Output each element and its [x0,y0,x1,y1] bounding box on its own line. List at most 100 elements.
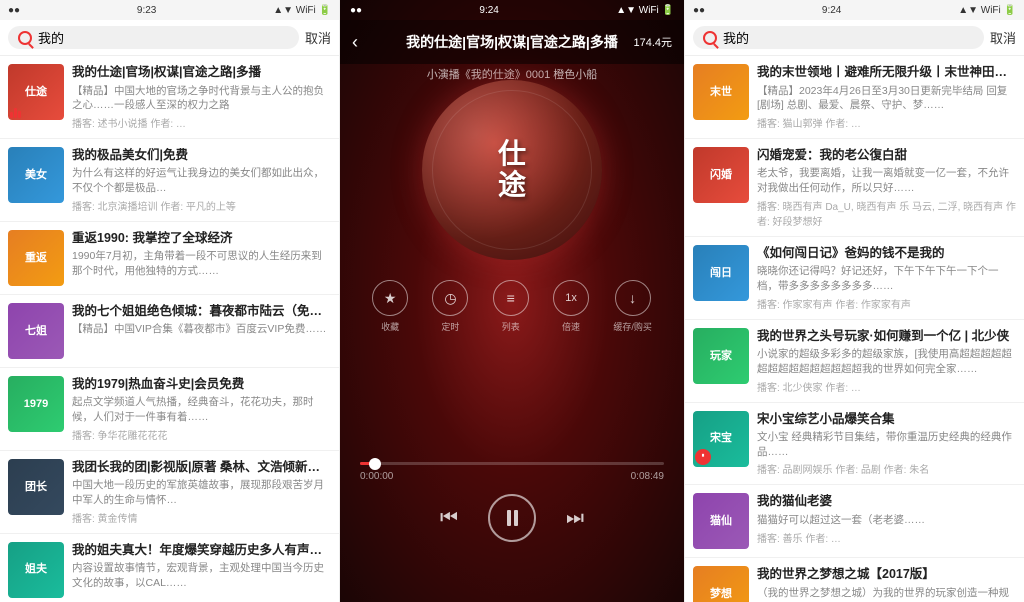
item-thumbnail: 梦想 [693,566,749,602]
list-button[interactable]: ≡ 列表 [493,280,529,333]
item-title: 我团长我的团|影视版|原著 桑林、文浩倾新演播 [72,459,331,477]
item-meta: 播客: 善乐 作者: … [757,530,1016,545]
list-item[interactable]: 重返 重返1990: 我掌控了全球经济 1990年7月初，主角带着一段不可思议的… [0,222,339,295]
item-title: 闪婚宠爱：我的老公復白甜 [757,147,1016,165]
list-item[interactable]: 七姐 我的七个姐姐绝色倾城：暮夜都市陆云（免费版） 【精品】中国VIP合集《暮夜… [0,295,339,368]
item-thumbnail: 玩家 [693,328,749,384]
list-item[interactable]: 1979 我的1979|热血奋斗史|会员免费 起点文学频道人气热播，经典奋斗，花… [0,368,339,451]
progress-times: 0:00:00 0:08:49 [360,471,664,482]
list-item[interactable]: 玩家 我的世界之头号玩家·如何赚到一个亿 | 北少侠 小说家的超级多彩多的超级家… [685,320,1024,403]
item-thumbnail: 姐夫 [8,542,64,598]
next-button[interactable]: ⏭ [566,507,584,530]
list-item[interactable]: 闯日 《如何闯日记》爸妈的钱不是我的 晓晓你还记得吗？好记还好，下午下午下午一下… [685,237,1024,320]
right-status-bar: ●● 9:24 ▲▼ WiFi 🔋 [685,0,1024,20]
item-title: 我的极品美女们|免费 [72,147,331,165]
list-item[interactable]: 宋宝 宋小宝综艺小品爆笑合集 文小宝 经典精彩节目集结，带你重温历史经典的经典作… [685,403,1024,486]
item-thumbnail: 闪婚 [693,147,749,203]
list-item[interactable]: 美女 我的极品美女们|免费 为什么有这样的好运气让我身边的美女们都如此出众，不仅… [0,139,339,222]
item-content: 我的1979|热血奋斗史|会员免费 起点文学频道人气热播，经典奋斗，花花功夫，那… [72,376,331,442]
download-icon: ↓ [615,280,651,316]
middle-panel: ●● 9:24 ▲▼ WiFi 🔋 ‹ 我的仕途|官场|权谋|官途之路|多播 1… [340,0,684,602]
item-thumbnail: 宋宝 [693,411,749,467]
album-art-text: 仕途 [498,139,526,201]
item-title: 《如何闯日记》爸妈的钱不是我的 [757,245,1016,263]
item-desc: 老太爷，我要离婚，让我一离婚就变一亿一套，不允许对我做出任何动作，所以只好…… [757,166,1016,195]
progress-section: 0:00:00 0:08:49 [360,462,664,482]
right-search-icon [703,31,717,45]
right-search-input[interactable] [723,30,974,45]
collect-button[interactable]: ★ 收藏 [372,280,408,333]
list-item[interactable]: 梦想 我的世界之梦想之城【2017版】 （我的世界之梦想之城）为我的世界的玩家创… [685,558,1024,602]
list-item[interactable]: 末世 我的末世领地丨避难所无限升级丨末世神田丨多人有声剧 【精品】2023年4月… [685,56,1024,139]
item-content: 宋小宝综艺小品爆笑合集 文小宝 经典精彩节目集结，带你重温历史经典的经典作品……… [757,411,1016,477]
item-title: 我的1979|热血奋斗史|会员免费 [72,376,331,394]
pause-badge [695,449,711,465]
right-search-input-wrap[interactable] [693,26,984,49]
download-label: 缓存/购买 [613,320,652,333]
left-search-input[interactable] [38,30,289,45]
left-status-icons: ●● [8,5,20,16]
item-content: 《如何闯日记》爸妈的钱不是我的 晓晓你还记得吗？好记还好，下午下午下午一下个一档… [757,245,1016,311]
list-item[interactable]: 团长 我团长我的团|影视版|原著 桑林、文浩倾新演播 中国大地一段历史的军旅英雄… [0,451,339,534]
pause-icon [507,510,518,526]
album-art: 仕途 [422,80,602,260]
item-desc: 为什么有这样的好运气让我身边的美女们都如此出众，不仅个个都是极品… [72,166,331,195]
item-thumbnail: 重返 [8,230,64,286]
download-button[interactable]: ↓ 缓存/购买 [613,280,652,333]
mid-time: 9:24 [479,5,498,16]
prev-button[interactable]: ⏮ [440,507,458,530]
timer-label: 定时 [441,320,459,333]
list-label: 列表 [502,320,520,333]
item-desc: 1990年7月初，主角带着一段不可思议的人生经历来到那个时代，用他独特的方式…… [72,249,331,278]
list-item[interactable]: 姐夫 我的姐夫真大！年度爆笑穿越历史多人有声剧丨有声的紫墨监制作品 内容设置故事… [0,534,339,602]
right-time: 9:24 [822,5,841,16]
collect-label: 收藏 [381,320,399,333]
action-buttons: ★ 收藏 ◷ 定时 ≡ 列表 1x 倍速 ↓ 缓存/购买 [340,280,684,333]
player-controls: ⏮ ⏭ [340,494,684,542]
item-meta: 播客: 晓西有声 Da_U, 晓西有声 乐 马云, 二浮, 晓西有声 作者: 好… [757,198,1016,228]
left-list: 仕途 我的仕途|官场|权谋|官途之路|多播 【精品】中国大地的官场之争时代背景与… [0,56,339,602]
item-content: 重返1990: 我掌控了全球经济 1990年7月初，主角带着一段不可思议的人生经… [72,230,331,279]
list-icon: ≡ [493,280,529,316]
time-total: 0:08:49 [631,471,664,482]
album-art-container: 仕途 [422,80,602,260]
item-title: 我的世界之头号玩家·如何赚到一个亿 | 北少侠 [757,328,1016,346]
list-item[interactable]: 仕途 我的仕途|官场|权谋|官途之路|多播 【精品】中国大地的官场之争时代背景与… [0,56,339,139]
list-item[interactable]: 闪婚 闪婚宠爱：我的老公復白甜 老太爷，我要离婚，让我一离婚就变一亿一套，不允许… [685,139,1024,237]
speed-label: 倍速 [562,320,580,333]
mid-status-bar: ●● 9:24 ▲▼ WiFi 🔋 [340,0,684,20]
list-item[interactable]: 猫仙 我的猫仙老婆 猫猫好可以超过这一套（老老婆…… 播客: 善乐 作者: … [685,485,1024,558]
item-content: 我的七个姐姐绝色倾城：暮夜都市陆云（免费版） 【精品】中国VIP合集《暮夜都市》… [72,303,331,337]
left-search-bar: 取消 [0,20,339,56]
item-thumbnail: 美女 [8,147,64,203]
item-content: 我的姐夫真大！年度爆笑穿越历史多人有声剧丨有声的紫墨监制作品 内容设置故事情节，… [72,542,331,591]
progress-dot [369,458,381,470]
left-panel: ●● 9:23 ▲▼ WiFi 🔋 取消 仕途 我的仕途|官场|权谋|官途之路|… [0,0,340,602]
timer-button[interactable]: ◷ 定时 [432,280,468,333]
right-cancel-button[interactable]: 取消 [990,28,1016,47]
item-title: 我的七个姐姐绝色倾城：暮夜都市陆云（免费版） [72,303,331,321]
back-button[interactable]: ‹ [352,32,358,53]
item-title: 宋小宝综艺小品爆笑合集 [757,411,1016,429]
item-thumbnail: 猫仙 [693,493,749,549]
item-meta: 播客: 北少侠家 作者: … [757,379,1016,394]
item-desc: （我的世界之梦想之城）为我的世界的玩家创造一种规划方便及最能帮助自己解决了一些大… [757,586,1016,602]
mid-network: ▲▼ WiFi 🔋 [616,5,674,16]
item-thumbnail: 末世 [693,64,749,120]
right-search-bar: 取消 [685,20,1024,56]
time-current: 0:00:00 [360,471,393,482]
item-meta: 播客: 作家家有声 作者: 作家家有声 [757,296,1016,311]
item-title: 我的仕途|官场|权谋|官途之路|多播 [72,64,331,82]
item-content: 闪婚宠爱：我的老公復白甜 老太爷，我要离婚，让我一离婚就变一亿一套，不允许对我做… [757,147,1016,228]
right-status-icons: ●● [693,5,705,16]
item-title: 重返1990: 我掌控了全球经济 [72,230,331,248]
item-title: 我的世界之梦想之城【2017版】 [757,566,1016,584]
play-pause-button[interactable] [488,494,536,542]
item-title: 我的姐夫真大！年度爆笑穿越历史多人有声剧丨有声的紫墨监制作品 [72,542,331,560]
item-title: 我的猫仙老婆 [757,493,1016,511]
left-cancel-button[interactable]: 取消 [305,28,331,47]
speed-button[interactable]: 1x 倍速 [553,280,589,333]
progress-bar[interactable] [360,462,664,465]
left-search-input-wrap[interactable] [8,26,299,49]
speed-icon: 1x [553,280,589,316]
